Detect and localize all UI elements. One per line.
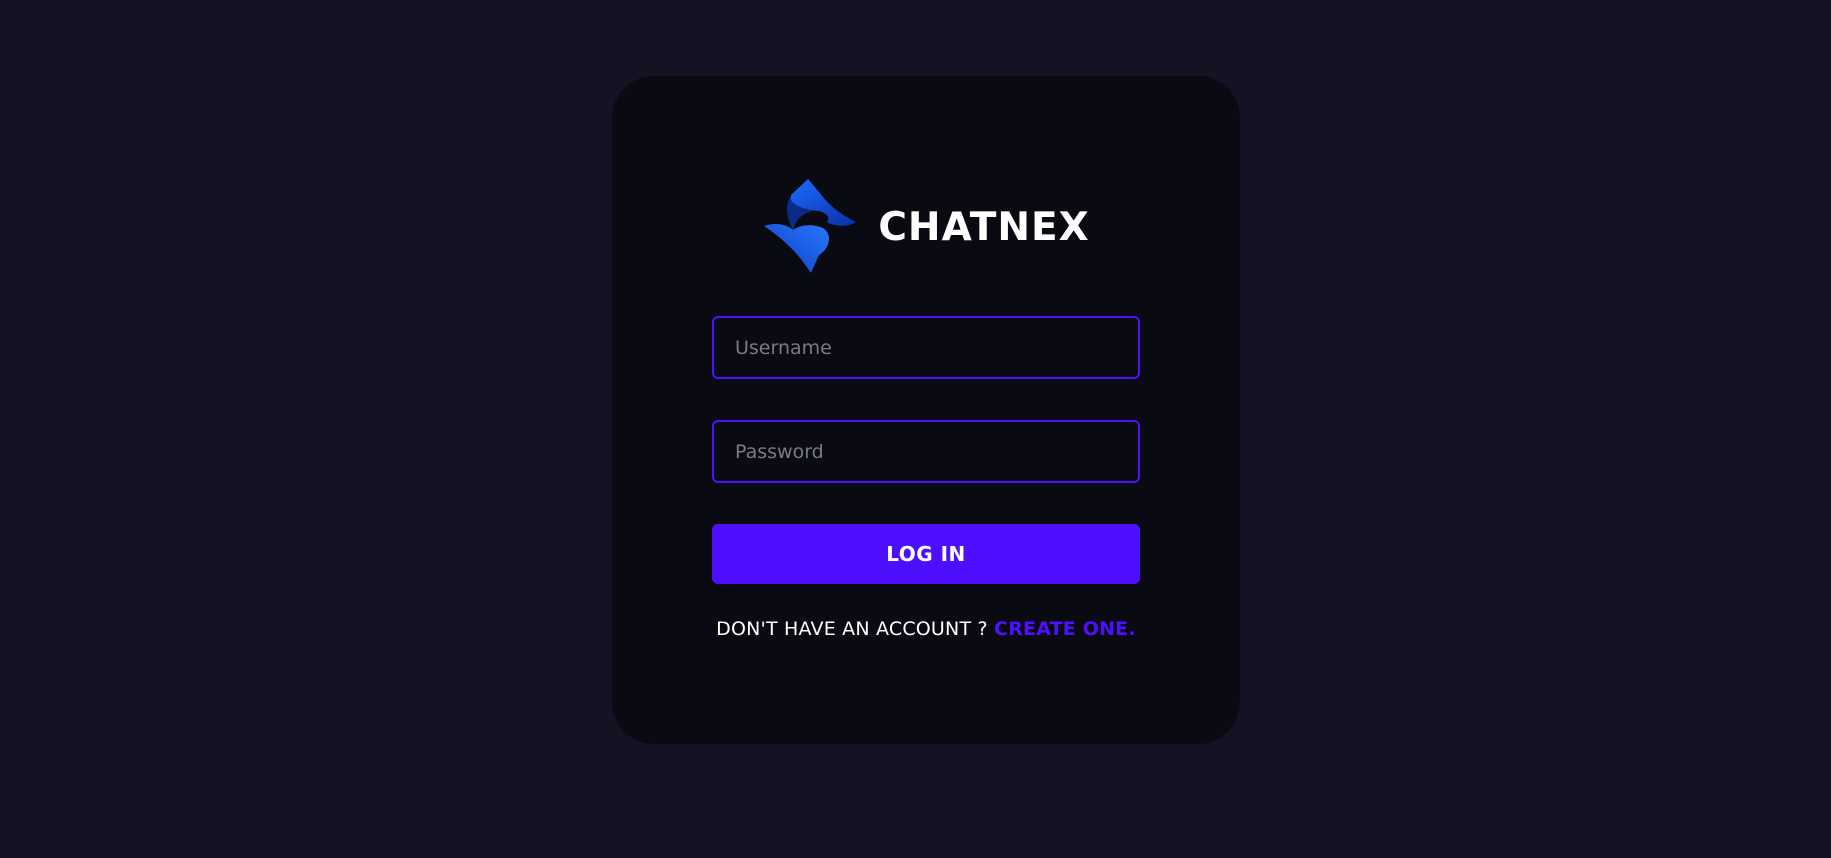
login-button[interactable]: LOG IN: [712, 524, 1140, 584]
brand-header: CHATNEX: [612, 174, 1240, 278]
password-input[interactable]: [712, 420, 1140, 483]
username-input[interactable]: [712, 316, 1140, 379]
login-card: CHATNEX LOG IN DON'T HAVE AN ACCOUNT ? C…: [612, 76, 1240, 744]
chatnex-logo-icon: [764, 178, 857, 274]
signup-prompt-text: DON'T HAVE AN ACCOUNT ?: [716, 618, 988, 640]
signup-prompt: DON'T HAVE AN ACCOUNT ? CREATE ONE.: [712, 618, 1140, 640]
brand-name: CHATNEX: [878, 204, 1090, 250]
create-account-link[interactable]: CREATE ONE.: [994, 618, 1136, 640]
